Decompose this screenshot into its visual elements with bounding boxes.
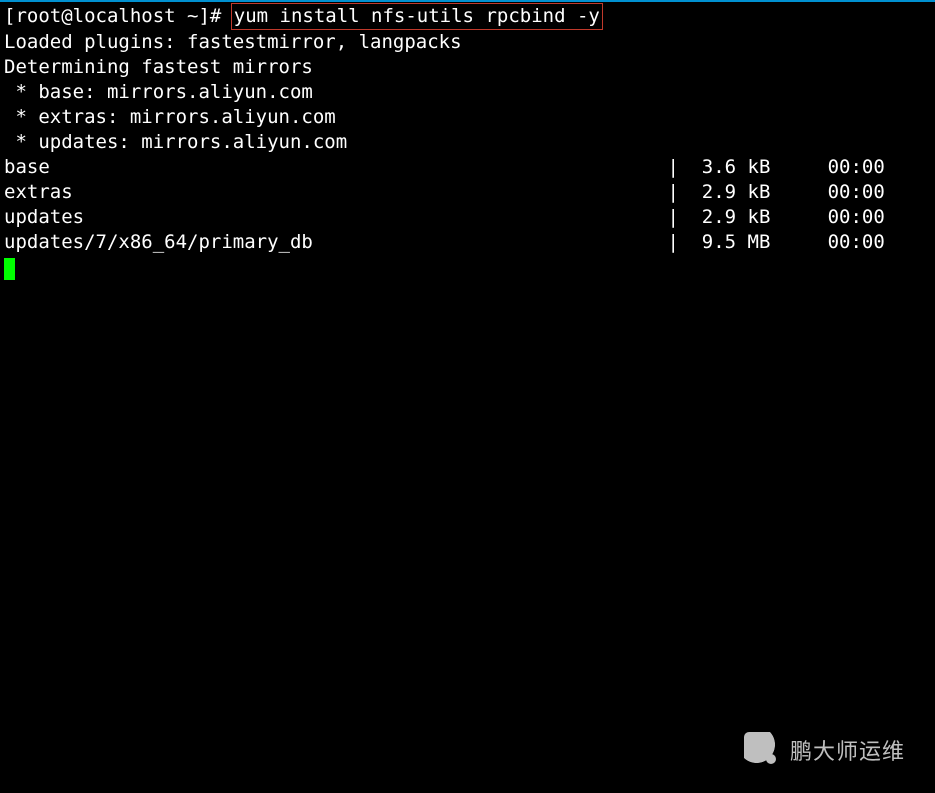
output-line: * base: mirrors.aliyun.com bbox=[4, 80, 931, 105]
shell-prompt: [root@localhost ~]# bbox=[4, 5, 233, 27]
repo-line: updates | 2.9 kB 00:00 bbox=[4, 205, 931, 230]
output-line: * updates: mirrors.aliyun.com bbox=[4, 130, 931, 155]
output-line: Determining fastest mirrors bbox=[4, 55, 931, 80]
terminal-cursor bbox=[4, 258, 15, 280]
repo-line: extras | 2.9 kB 00:00 bbox=[4, 180, 931, 205]
output-line: * extras: mirrors.aliyun.com bbox=[4, 105, 931, 130]
terminal-output[interactable]: [root@localhost ~]# yum install nfs-util… bbox=[0, 2, 935, 281]
watermark-text: 鹏大师运维 bbox=[790, 734, 905, 766]
repo-line: base | 3.6 kB 00:00 bbox=[4, 155, 931, 180]
repo-line: updates/7/x86_64/primary_db | 9.5 MB 00:… bbox=[4, 230, 931, 255]
shell-prompt-line: [root@localhost ~]# yum install nfs-util… bbox=[4, 3, 931, 30]
wechat-icon bbox=[744, 732, 780, 768]
entered-command: yum install nfs-utils rpcbind -y bbox=[231, 3, 603, 30]
output-line: Loaded plugins: fastestmirror, langpacks bbox=[4, 30, 931, 55]
watermark: 鹏大师运维 bbox=[744, 732, 905, 768]
cursor-line bbox=[4, 255, 931, 280]
